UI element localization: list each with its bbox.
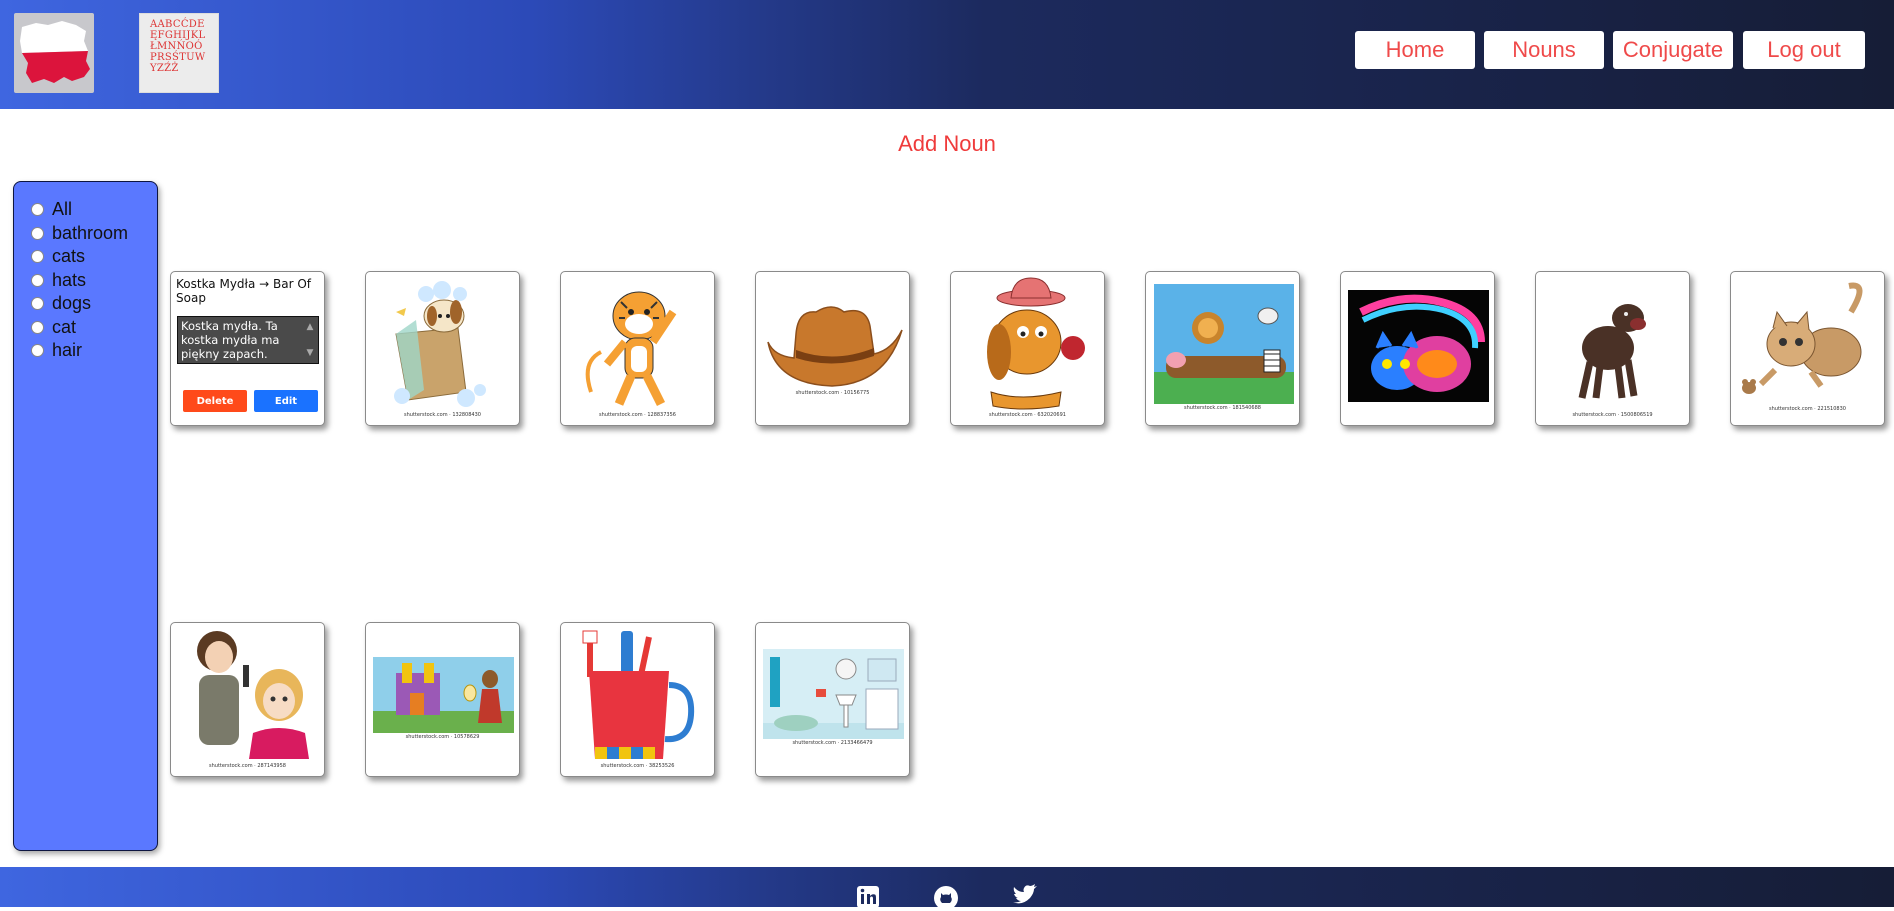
scroll-down-icon[interactable]: ▼: [307, 346, 314, 360]
filter-option-cats[interactable]: cats: [31, 245, 157, 269]
textarea-scrollbar[interactable]: ▲ ▼: [304, 320, 316, 360]
alphabet-logo[interactable]: AABCĆDEĘFGHIJKLŁMNŃOÓPRSŚTUWYZŹŻ: [139, 13, 219, 93]
noun-card-cat-and-mouse[interactable]: shutterstock.com · 221510830: [1730, 271, 1885, 426]
filter-option-hats[interactable]: hats: [31, 269, 157, 293]
add-noun-link[interactable]: Add Noun: [0, 131, 1894, 157]
image-caption: shutterstock.com · 181540688: [1184, 405, 1261, 411]
filter-label: cats: [52, 246, 86, 267]
dog-in-bath-image: [394, 281, 486, 407]
filter-label: hair: [52, 340, 83, 361]
filter-label: All: [52, 199, 73, 220]
filter-label: dogs: [52, 293, 92, 314]
radio-button[interactable]: [31, 226, 44, 240]
tiger-image: [585, 291, 677, 407]
github-icon[interactable]: [932, 882, 962, 910]
brown-dog-image: [1578, 304, 1646, 399]
image-caption: shutterstock.com · 2133466479: [792, 740, 873, 746]
filter-label: cat: [52, 316, 77, 337]
alphabet-letters: AABCĆDEĘFGHIJKLŁMNŃOÓPRSŚTUWYZŹŻ: [150, 19, 206, 74]
radio-button[interactable]: [31, 320, 44, 334]
nav-conjugate-button[interactable]: Conjugate: [1613, 31, 1733, 69]
filter-option-all[interactable]: All: [31, 198, 157, 222]
filter-label: hats: [52, 269, 87, 290]
radio-button[interactable]: [31, 273, 44, 287]
noun-card-toothbrush-cup[interactable]: shutterstock.com · 38253526: [560, 622, 715, 777]
nav-home-button[interactable]: Home: [1355, 31, 1475, 69]
nav-logout-button[interactable]: Log out: [1743, 31, 1865, 69]
image-caption: shutterstock.com · 287143958: [209, 763, 286, 769]
noun-card-psychedelic-cat[interactable]: [1340, 271, 1495, 426]
cat-and-mouse-image: [1742, 282, 1863, 394]
cowboy-hat-image: [767, 306, 903, 387]
noun-card-animals-on-log[interactable]: shutterstock.com · 181540688: [1145, 271, 1300, 426]
noun-card-castle-and-princess[interactable]: shutterstock.com · 10578629: [365, 622, 520, 777]
noun-card-sad-dog-with-hat[interactable]: shutterstock.com · 632020691: [950, 271, 1105, 426]
edit-button[interactable]: Edit: [254, 390, 318, 412]
header-bar: AABCĆDEĘFGHIJKLŁMNŃOÓPRSŚTUWYZŹŻ Home No…: [0, 0, 1894, 109]
noun-card-brown-dog[interactable]: shutterstock.com · 1500806519: [1535, 271, 1690, 426]
filter-option-cat[interactable]: cat: [31, 316, 157, 340]
bathroom-interior-image: [763, 649, 904, 739]
image-caption: shutterstock.com · 10156775: [795, 390, 870, 396]
filter-option-dogs[interactable]: dogs: [31, 292, 157, 316]
hairdresser-image: [197, 631, 309, 759]
noun-card-hairdresser[interactable]: shutterstock.com · 287143958: [170, 622, 325, 777]
image-caption: shutterstock.com · 221510830: [1769, 406, 1846, 412]
image-caption: shutterstock.com · 132808430: [404, 412, 481, 418]
image-caption: shutterstock.com · 632020691: [989, 412, 1066, 418]
noun-card-dog-in-bath[interactable]: shutterstock.com · 132808430: [365, 271, 520, 426]
noun-translation-title: Kostka Mydła → Bar Of Soap: [176, 277, 311, 305]
main-nav: Home Nouns Conjugate Log out: [1355, 31, 1865, 69]
nav-nouns-button[interactable]: Nouns: [1484, 31, 1604, 69]
castle-and-princess-image: [373, 657, 514, 733]
radio-button[interactable]: [31, 344, 44, 358]
psychedelic-cat-image: [1348, 290, 1489, 402]
twitter-icon[interactable]: [1010, 882, 1040, 907]
category-filter-sidebar: All bathroom cats hats dogs cat hair: [13, 181, 158, 851]
linkedin-icon[interactable]: [855, 882, 885, 908]
radio-button[interactable]: [31, 250, 44, 264]
filter-option-hair[interactable]: hair: [31, 339, 157, 363]
image-caption: shutterstock.com · 38253526: [600, 763, 675, 769]
image-caption: shutterstock.com · 128837356: [599, 412, 676, 418]
animals-on-log-image: [1154, 284, 1294, 404]
noun-card-selected[interactable]: Kostka Mydła → Bar Of Soap Kostka mydła.…: [170, 271, 325, 426]
image-caption: shutterstock.com · 1500806519: [1572, 412, 1653, 418]
noun-card-tiger[interactable]: shutterstock.com · 128837356: [560, 271, 715, 426]
image-caption: shutterstock.com · 10578629: [405, 734, 480, 740]
toothbrush-cup-image: [582, 630, 695, 759]
noun-card-cowboy-hat[interactable]: shutterstock.com · 10156775: [755, 271, 910, 426]
filter-option-bathroom[interactable]: bathroom: [31, 222, 157, 246]
example-sentence-text: Kostka mydła. Ta kostka mydła ma piękny …: [181, 319, 280, 361]
delete-button[interactable]: Delete: [183, 390, 247, 412]
radio-button[interactable]: [31, 203, 44, 217]
radio-button[interactable]: [31, 297, 44, 311]
noun-card-bathroom-interior[interactable]: shutterstock.com · 2133466479: [755, 622, 910, 777]
poland-flag-logo[interactable]: [14, 13, 94, 93]
example-sentence-textarea[interactable]: Kostka mydła. Ta kostka mydła ma piękny …: [177, 316, 319, 364]
filter-label: bathroom: [52, 222, 129, 243]
footer-bar: [0, 867, 1894, 910]
sad-dog-with-hat-image: [987, 277, 1085, 410]
scroll-up-icon[interactable]: ▲: [307, 320, 314, 334]
